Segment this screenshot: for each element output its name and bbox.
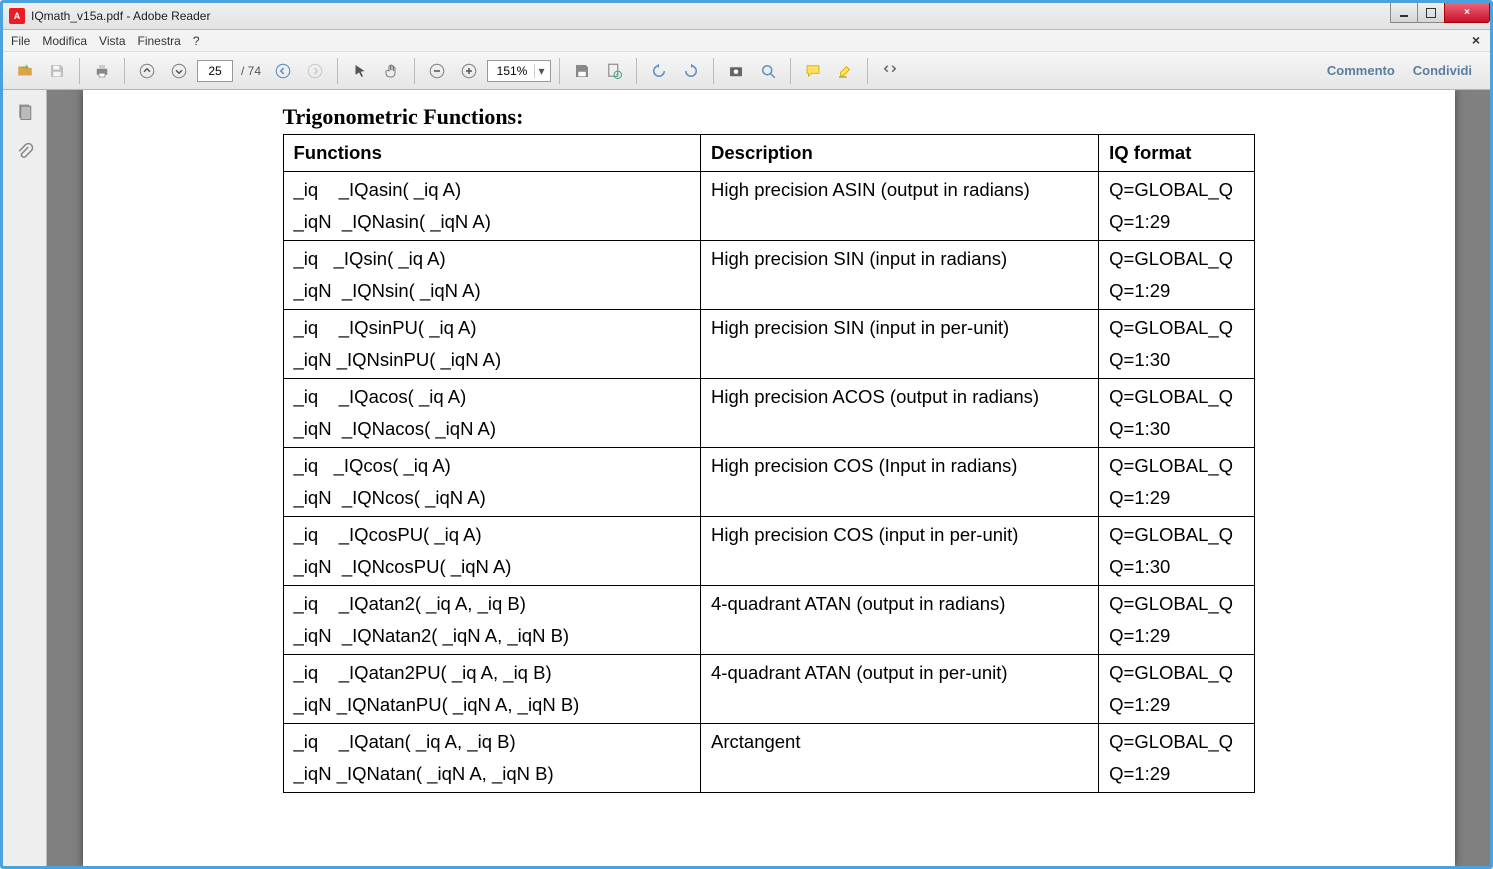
header-description: Description <box>701 135 1099 172</box>
cell-description: High precision COS (input in per-unit) <box>701 517 1099 586</box>
cell-description: Arctangent <box>701 724 1099 793</box>
document-view[interactable]: Trigonometric Functions: Functions Descr… <box>47 90 1490 866</box>
page-up-button[interactable] <box>133 57 161 85</box>
sticky-note-button[interactable] <box>799 57 827 85</box>
cell-description: 4-quadrant ATAN (output in per-unit) <box>701 655 1099 724</box>
table-row: _iq _IQacos( _iq A)_iqN _IQNacos( _iqN A… <box>283 379 1254 448</box>
menu-finestra[interactable]: Finestra <box>138 34 181 48</box>
header-iqformat: IQ format <box>1099 135 1254 172</box>
condividi-button[interactable]: Condividi <box>1413 63 1472 78</box>
menubar: File Modifica Vista Finestra ? × <box>3 30 1490 52</box>
menu-help[interactable]: ? <box>193 34 200 48</box>
select-tool-button[interactable] <box>346 57 374 85</box>
cell-functions: _iq _IQacos( _iq A)_iqN _IQNacos( _iqN A… <box>283 379 701 448</box>
table-row: _iq _IQatan( _iq A, _iq B)_iqN _IQNatan(… <box>283 724 1254 793</box>
separator <box>414 58 415 84</box>
convert-button[interactable] <box>600 57 628 85</box>
page-down-button[interactable] <box>165 57 193 85</box>
cell-functions: _iq _IQasin( _iq A)_iqN _IQNasin( _iqN A… <box>283 172 701 241</box>
table-row: _iq _IQcosPU( _iq A)_iqN _IQNcosPU( _iqN… <box>283 517 1254 586</box>
menu-vista[interactable]: Vista <box>99 34 125 48</box>
table-row: _iq _IQsinPU( _iq A)_iqN _IQNsinPU( _iqN… <box>283 310 1254 379</box>
document-close-button[interactable]: × <box>1472 32 1480 48</box>
read-mode-button[interactable] <box>876 57 904 85</box>
navigation-pane <box>3 90 47 866</box>
separator <box>559 58 560 84</box>
separator <box>337 58 338 84</box>
menu-modifica[interactable]: Modifica <box>42 34 87 48</box>
rotate-cw-button[interactable] <box>677 57 705 85</box>
pdf-page: Trigonometric Functions: Functions Descr… <box>83 90 1455 866</box>
separator <box>867 58 868 84</box>
separator <box>713 58 714 84</box>
cell-iqformat: Q=GLOBAL_QQ=1:29 <box>1099 655 1254 724</box>
highlight-button[interactable] <box>831 57 859 85</box>
cell-iqformat: Q=GLOBAL_QQ=1:29 <box>1099 448 1254 517</box>
zoom-in-button[interactable] <box>455 57 483 85</box>
cell-description: High precision SIN (input in per-unit) <box>701 310 1099 379</box>
print-button[interactable] <box>88 57 116 85</box>
cell-functions: _iq _IQatan( _iq A, _iq B)_iqN _IQNatan(… <box>283 724 701 793</box>
cell-description: 4-quadrant ATAN (output in radians) <box>701 586 1099 655</box>
table-row: _iq _IQasin( _iq A)_iqN _IQNasin( _iqN A… <box>283 172 1254 241</box>
separator <box>79 58 80 84</box>
hand-tool-button[interactable] <box>378 57 406 85</box>
window-minimize-button[interactable] <box>1390 3 1418 23</box>
cell-iqformat: Q=GLOBAL_QQ=1:29 <box>1099 172 1254 241</box>
thumbnails-panel-button[interactable] <box>11 98 39 126</box>
separator <box>636 58 637 84</box>
cell-description: High precision COS (Input in radians) <box>701 448 1099 517</box>
separator <box>124 58 125 84</box>
nav-back-button[interactable] <box>269 57 297 85</box>
zoom-out-button[interactable] <box>423 57 451 85</box>
pdf-icon: A <box>9 8 25 24</box>
commento-button[interactable]: Commento <box>1327 63 1395 78</box>
cell-iqformat: Q=GLOBAL_QQ=1:29 <box>1099 241 1254 310</box>
cell-description: High precision ASIN (output in radians) <box>701 172 1099 241</box>
zoom-level-select[interactable]: ▾ <box>487 60 551 82</box>
cell-iqformat: Q=GLOBAL_QQ=1:29 <box>1099 724 1254 793</box>
table-row: _iq _IQatan2PU( _iq A, _iq B)_iqN _IQNat… <box>283 655 1254 724</box>
functions-table: Functions Description IQ format _iq _IQa… <box>283 134 1255 793</box>
cell-functions: _iq _IQatan2( _iq A, _iq B)_iqN _IQNatan… <box>283 586 701 655</box>
separator <box>790 58 791 84</box>
section-title: Trigonometric Functions: <box>283 104 1255 130</box>
cell-functions: _iq _IQcosPU( _iq A)_iqN _IQNcosPU( _iqN… <box>283 517 701 586</box>
save-copy-button[interactable] <box>568 57 596 85</box>
window-maximize-button[interactable] <box>1417 3 1445 23</box>
window-close-button[interactable]: × <box>1444 3 1490 23</box>
window-title: IQmath_v15a.pdf - Adobe Reader <box>31 9 210 23</box>
nav-forward-button[interactable] <box>301 57 329 85</box>
cell-iqformat: Q=GLOBAL_QQ=1:30 <box>1099 517 1254 586</box>
save-button[interactable] <box>43 57 71 85</box>
table-header-row: Functions Description IQ format <box>283 135 1254 172</box>
cell-iqformat: Q=GLOBAL_QQ=1:30 <box>1099 379 1254 448</box>
table-row: _iq _IQcos( _iq A)_iqN _IQNcos( _iqN A)H… <box>283 448 1254 517</box>
cell-iqformat: Q=GLOBAL_QQ=1:29 <box>1099 586 1254 655</box>
snapshot-button[interactable] <box>722 57 750 85</box>
cell-functions: _iq _IQsinPU( _iq A)_iqN _IQNsinPU( _iqN… <box>283 310 701 379</box>
page-number-input[interactable] <box>197 60 233 82</box>
menu-file[interactable]: File <box>11 34 30 48</box>
page-count: / 74 <box>241 64 261 78</box>
window-titlebar: A IQmath_v15a.pdf - Adobe Reader × <box>3 3 1490 30</box>
chevron-down-icon[interactable]: ▾ <box>534 64 548 78</box>
cell-description: High precision ACOS (output in radians) <box>701 379 1099 448</box>
cell-iqformat: Q=GLOBAL_QQ=1:30 <box>1099 310 1254 379</box>
rotate-ccw-button[interactable] <box>645 57 673 85</box>
cell-functions: _iq _IQcos( _iq A)_iqN _IQNcos( _iqN A) <box>283 448 701 517</box>
cell-description: High precision SIN (input in radians) <box>701 241 1099 310</box>
open-file-button[interactable] <box>11 57 39 85</box>
zoom-level-input[interactable] <box>490 64 534 78</box>
table-row: _iq _IQsin( _iq A)_iqN _IQNsin( _iqN A)H… <box>283 241 1254 310</box>
toolbar: / 74 ▾ <box>3 52 1490 90</box>
attachments-panel-button[interactable] <box>11 138 39 166</box>
table-row: _iq _IQatan2( _iq A, _iq B)_iqN _IQNatan… <box>283 586 1254 655</box>
find-button[interactable] <box>754 57 782 85</box>
header-functions: Functions <box>283 135 701 172</box>
cell-functions: _iq _IQsin( _iq A)_iqN _IQNsin( _iqN A) <box>283 241 701 310</box>
cell-functions: _iq _IQatan2PU( _iq A, _iq B)_iqN _IQNat… <box>283 655 701 724</box>
